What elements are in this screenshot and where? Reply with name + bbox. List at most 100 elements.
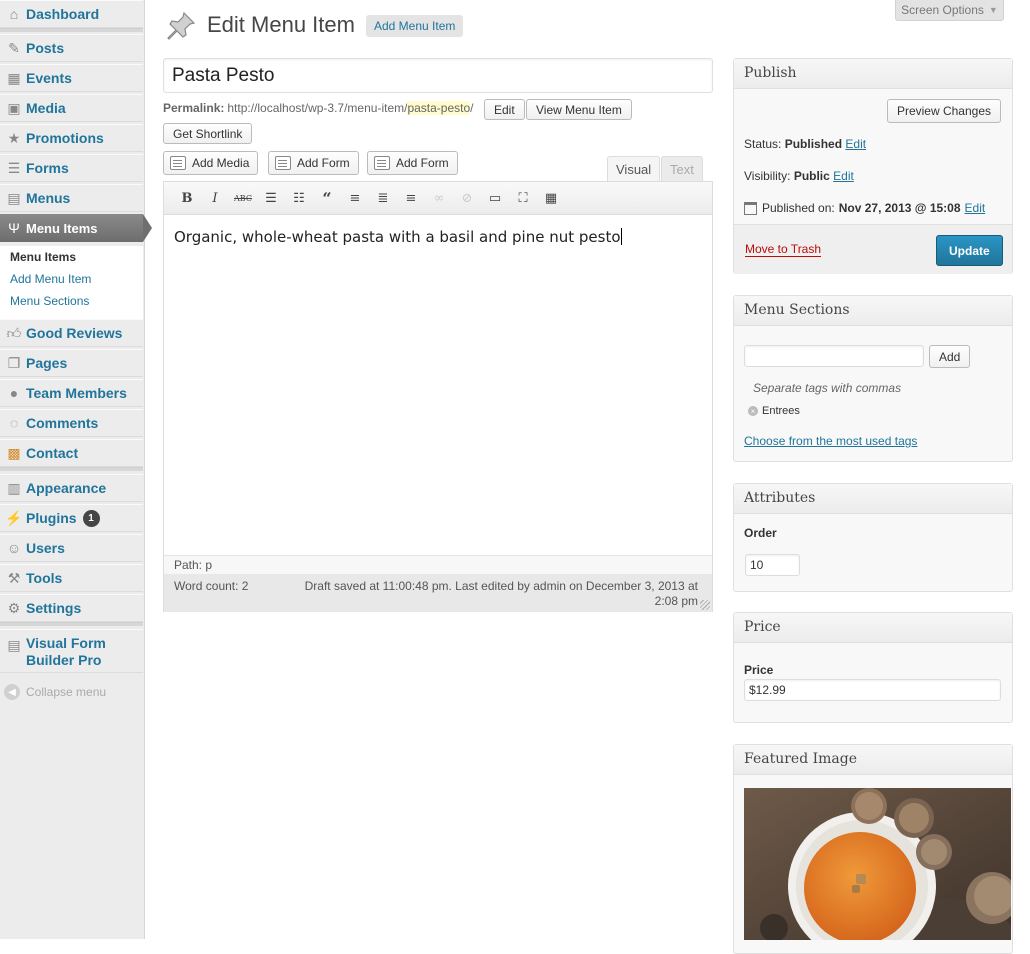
align-left-icon[interactable]: ≡ <box>341 188 369 208</box>
order-input[interactable]: 10 <box>745 554 800 576</box>
menu-item-appearance[interactable]: ▥ Appearance <box>0 474 143 502</box>
chevron-down-icon: ▼ <box>988 5 998 15</box>
screen-options-button[interactable]: Screen Options ▼ <box>895 0 1004 21</box>
menu-item-tools[interactable]: ⚒ Tools <box>0 564 143 592</box>
menu-label: Posts <box>26 40 65 56</box>
edit-status-link[interactable]: Edit <box>845 137 866 151</box>
visibility-row: Visibility: Public Edit <box>744 169 854 183</box>
edit-visibility-link[interactable]: Edit <box>833 169 854 183</box>
permalink-trailing: / <box>470 101 474 115</box>
remove-tag-icon[interactable]: × <box>748 406 758 416</box>
link-icon[interactable]: ∞ <box>425 188 453 208</box>
menu-item-events[interactable]: ▦ Events <box>0 64 143 92</box>
contact-icon: ▩ <box>7 444 21 461</box>
resize-handle-icon[interactable] <box>700 600 710 610</box>
menu-sections-heading[interactable]: Menu Sections <box>734 296 1012 326</box>
publish-actions: Move to Trash Update <box>734 224 1012 274</box>
kitchen-sink-icon[interactable]: ▦ <box>537 188 565 208</box>
pin-icon: ✎ <box>8 39 20 56</box>
menu-item-visual-form-builder[interactable]: ▤ Visual Form Builder Pro <box>0 629 143 673</box>
menu-item-menus[interactable]: ▤ Menus <box>0 184 143 212</box>
menu-separator <box>0 28 143 32</box>
collapse-arrow-icon: ◀ <box>4 684 20 700</box>
preview-changes-button[interactable]: Preview Changes <box>886 99 1001 123</box>
bullet-list-icon[interactable]: ☰ <box>257 188 285 208</box>
published-row: Published on: Nov 27, 2013 @ 15:08 Edit <box>744 201 985 215</box>
tab-text[interactable]: Text <box>661 156 703 182</box>
menu-label: Menu Items <box>26 220 98 236</box>
menu-label: Forms <box>26 160 69 176</box>
dashboard-icon: ⌂ <box>9 6 19 22</box>
menu-label: Settings <box>26 600 82 616</box>
bold-icon[interactable]: B <box>173 188 201 208</box>
numbered-list-icon[interactable]: ☷ <box>285 188 313 208</box>
permalink-slug[interactable]: pasta-pesto <box>407 101 471 115</box>
price-input[interactable]: $12.99 <box>744 679 1001 701</box>
menu-label: Good Reviews <box>26 325 123 341</box>
submenu-menu-sections[interactable]: Menu Sections <box>10 294 89 308</box>
choose-most-used-tags-link[interactable]: Choose from the most used tags <box>744 434 917 448</box>
italic-icon[interactable]: I <box>201 188 229 208</box>
featured-image-box: Featured Image <box>733 744 1013 954</box>
menu-item-promotions[interactable]: ★ Promotions <box>0 124 143 152</box>
featured-image[interactable] <box>744 788 1011 940</box>
menu-item-forms[interactable]: ☰ Forms <box>0 154 143 182</box>
collapse-menu-label: Collapse menu <box>26 685 107 699</box>
get-shortlink-button[interactable]: Get Shortlink <box>163 123 253 144</box>
publish-heading[interactable]: Publish <box>734 59 1012 89</box>
tag-hint: Separate tags with commas <box>753 381 902 395</box>
menu-item-contact[interactable]: ▩ Contact <box>0 439 143 467</box>
view-menu-item-button[interactable]: View Menu Item <box>526 99 632 120</box>
menu-label: Promotions <box>26 130 104 146</box>
menu-label: Team Members <box>26 385 127 401</box>
star-icon: ★ <box>7 129 21 146</box>
menu-item-dashboard[interactable]: ⌂ Dashboard <box>0 0 143 28</box>
price-label: Price <box>744 663 774 677</box>
attributes-heading[interactable]: Attributes <box>734 484 1012 514</box>
align-center-icon[interactable]: ≣ <box>369 188 397 208</box>
menu-item-plugins[interactable]: ⚡ Plugins 1 <box>0 504 143 532</box>
new-tag-input[interactable] <box>744 345 924 367</box>
blockquote-icon[interactable]: “ <box>313 188 341 208</box>
fullscreen-icon[interactable]: ⛶ <box>509 188 537 208</box>
thumbs-up-icon: 👍︎ <box>6 324 22 341</box>
add-menu-item-button[interactable]: Add Menu Item <box>366 15 464 37</box>
menu-item-team-members[interactable]: ● Team Members <box>0 379 143 407</box>
menu-item-media[interactable]: ▣ Media <box>0 94 143 122</box>
menu-item-users[interactable]: ☺ Users <box>0 534 143 562</box>
menu-item-pages[interactable]: ❐ Pages <box>0 349 143 377</box>
menu-label: Appearance <box>26 480 107 496</box>
pages-icon: ❐ <box>7 354 21 371</box>
appearance-icon: ▥ <box>7 479 21 496</box>
insert-more-icon[interactable]: ▭ <box>481 188 509 208</box>
title-input[interactable]: Pasta Pesto <box>163 58 713 93</box>
update-count-badge: 1 <box>82 509 100 527</box>
featured-image-heading[interactable]: Featured Image <box>734 745 1012 775</box>
menu-item-menu-items[interactable]: Ψ Menu Items <box>0 214 152 242</box>
menu-item-good-reviews[interactable]: 👍︎ Good Reviews <box>0 319 143 347</box>
menu-item-posts[interactable]: ✎ Posts <box>0 34 143 62</box>
collapse-menu-button[interactable]: ◀ Collapse menu <box>4 684 106 700</box>
move-to-trash-link[interactable]: Move to Trash <box>745 242 822 257</box>
menus-icon: ▤ <box>7 189 21 206</box>
edit-permalink-button[interactable]: Edit <box>484 99 525 120</box>
editor-path: Path: p <box>164 555 712 574</box>
add-form-button-2[interactable]: Add Form <box>367 151 458 175</box>
published-value: Nov 27, 2013 @ 15:08 <box>838 201 961 215</box>
menu-item-comments[interactable]: ◌ Comments <box>0 409 143 437</box>
add-form-button[interactable]: Add Form <box>268 151 359 175</box>
editor-content[interactable]: Organic, whole-wheat pasta with a basil … <box>174 228 622 246</box>
align-right-icon[interactable]: ≡ <box>397 188 425 208</box>
tab-visual[interactable]: Visual <box>607 156 661 182</box>
strikethrough-icon[interactable]: ABC <box>229 188 257 208</box>
menu-item-settings[interactable]: ⚙ Settings <box>0 594 143 622</box>
add-media-button[interactable]: Add Media <box>163 151 259 175</box>
submenu-menu-items[interactable]: Menu Items <box>10 250 76 264</box>
add-tag-button[interactable]: Add <box>929 345 971 368</box>
price-heading[interactable]: Price <box>734 613 1012 643</box>
unlink-icon[interactable]: ⊘ <box>453 188 481 208</box>
update-button[interactable]: Update <box>936 235 1003 266</box>
edit-date-link[interactable]: Edit <box>965 201 986 215</box>
price-box: Price Price $12.99 <box>733 612 1013 723</box>
submenu-add-menu-item[interactable]: Add Menu Item <box>10 272 91 286</box>
